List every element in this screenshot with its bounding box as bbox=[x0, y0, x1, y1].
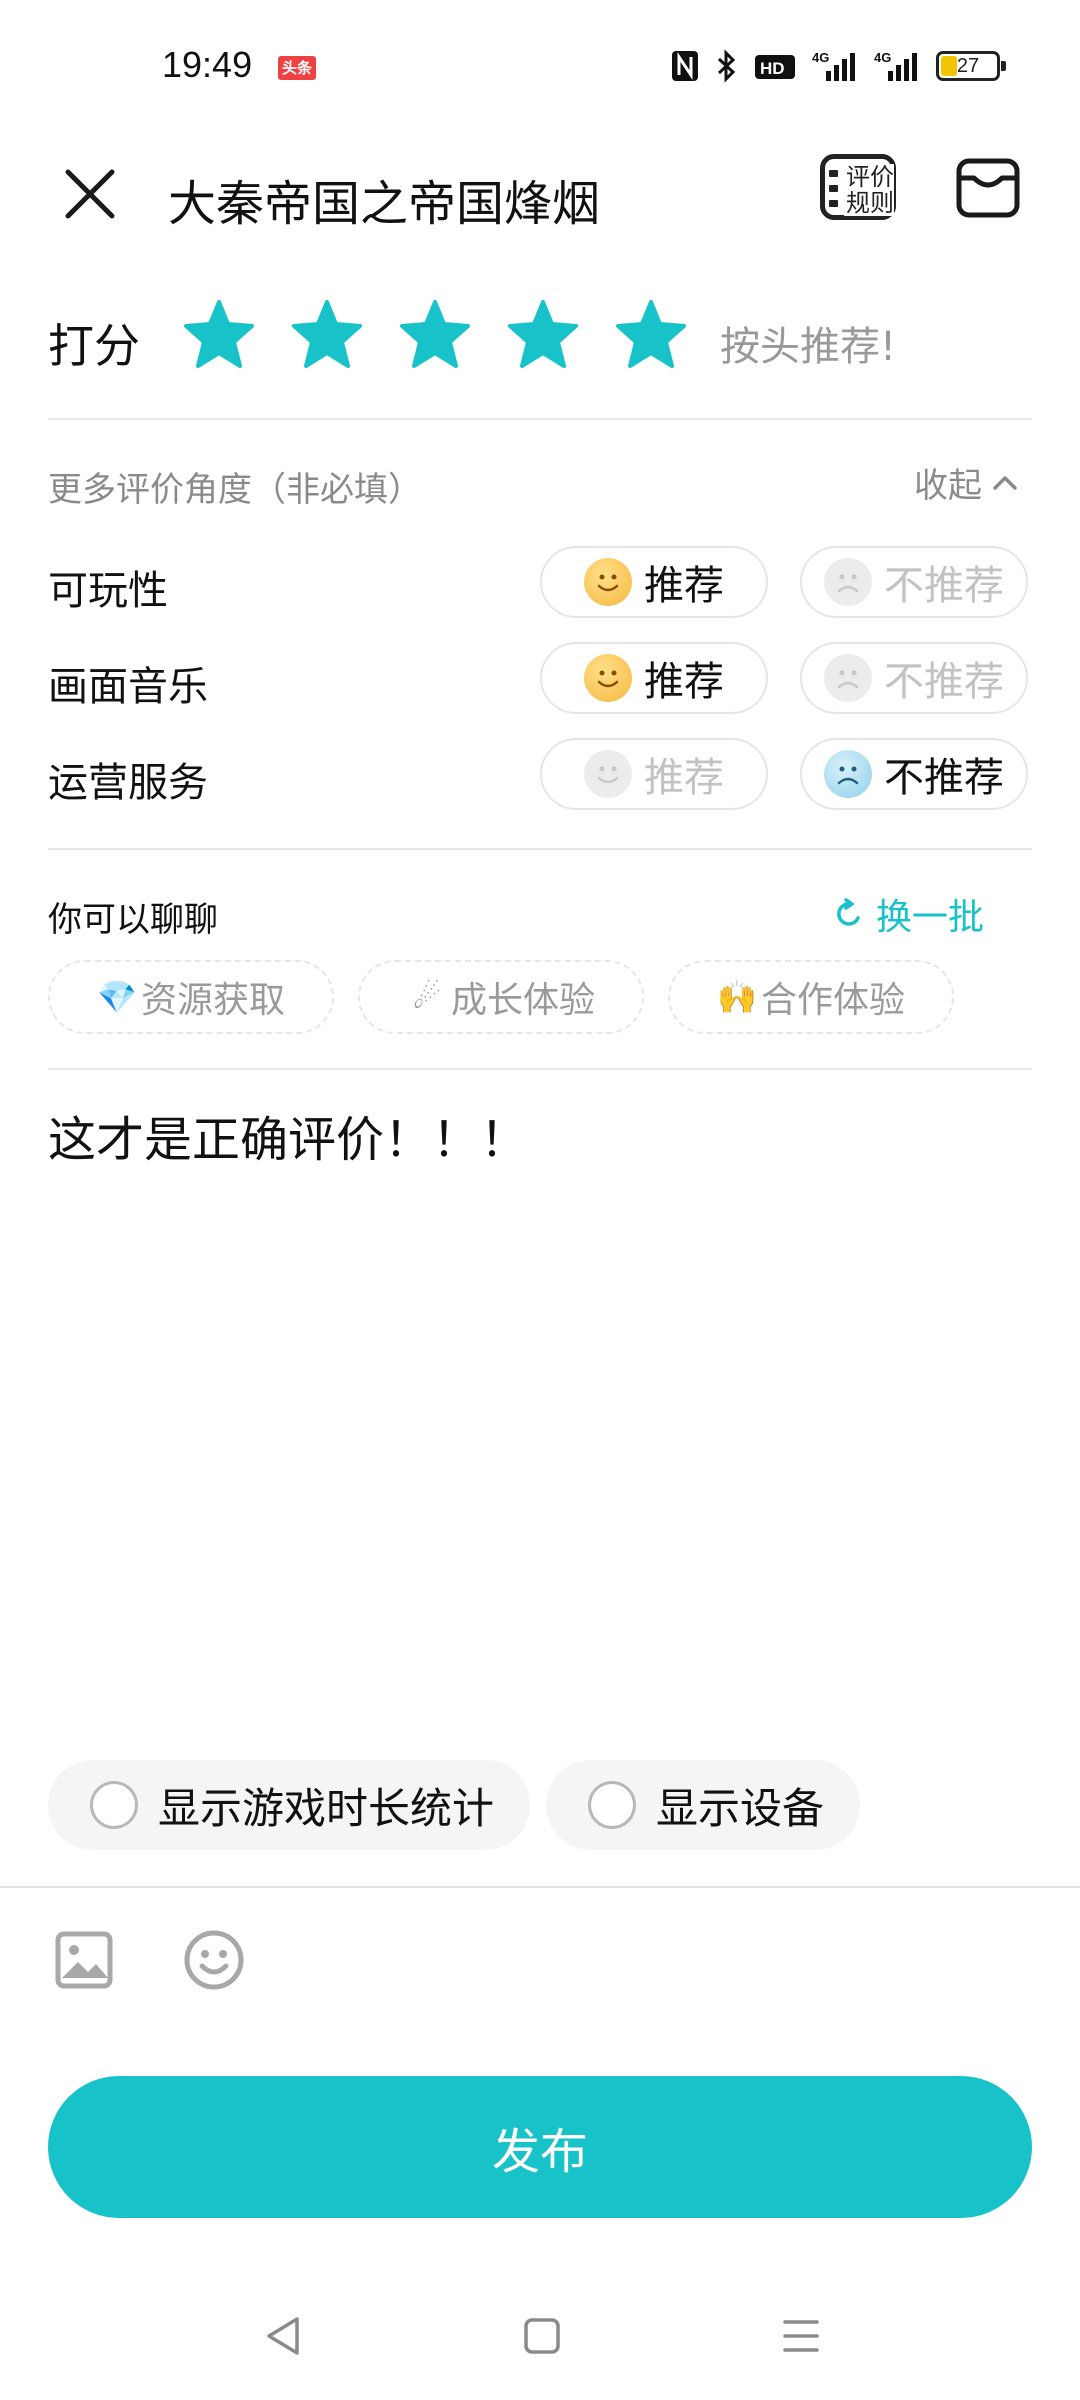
svg-text:4G: 4G bbox=[874, 50, 891, 65]
emoji-icon bbox=[184, 1930, 244, 1990]
review-rules-button[interactable]: 评价 规则 bbox=[820, 154, 900, 230]
image-picker-button[interactable] bbox=[52, 1928, 116, 1992]
raised-hands-icon: 🙌 bbox=[717, 978, 757, 1016]
toolbar-divider bbox=[0, 1886, 1080, 1888]
recommend-button[interactable]: 推荐 bbox=[540, 546, 768, 618]
signal-4g-icon: 4G bbox=[812, 49, 858, 83]
bag-button[interactable] bbox=[956, 156, 1020, 220]
recommend-label: 推荐 bbox=[644, 755, 724, 801]
topic-chip-cooperation[interactable]: 🙌 合作体验 bbox=[668, 960, 954, 1034]
sad-face-icon bbox=[824, 558, 872, 606]
sad-face-icon bbox=[824, 654, 872, 702]
gem-icon: 💎 bbox=[97, 978, 137, 1016]
emoji-picker-button[interactable] bbox=[182, 1928, 246, 1992]
menu-lines-icon bbox=[783, 2320, 819, 2352]
recommend-label: 推荐 bbox=[644, 563, 724, 609]
recommend-label: 推荐 bbox=[644, 659, 724, 705]
collapse-label: 收起 bbox=[914, 466, 982, 506]
toutiao-notification-icon: 头条 bbox=[278, 56, 316, 80]
show-playtime-toggle[interactable]: 显示游戏时长统计 bbox=[48, 1760, 531, 1850]
show-device-toggle[interactable]: 显示设备 bbox=[546, 1760, 861, 1850]
rating-hint: 按头推荐! bbox=[720, 324, 897, 370]
rules-label-line1: 评价 bbox=[846, 163, 894, 191]
aspect-row: 运营服务 推荐 不推荐 bbox=[0, 738, 1080, 812]
refresh-topics-button[interactable]: 换一批 bbox=[834, 888, 984, 940]
aspect-row: 画面音乐 推荐 不推荐 bbox=[0, 642, 1080, 716]
svg-text:4G: 4G bbox=[812, 50, 829, 65]
rules-icon bbox=[829, 170, 838, 215]
rating-row: 打分 按头推荐! bbox=[0, 290, 1080, 390]
nav-back-button[interactable] bbox=[253, 2306, 313, 2366]
not-recommend-label: 不推荐 bbox=[884, 659, 1004, 705]
show-playtime-label: 显示游戏时长统计 bbox=[158, 1783, 495, 1833]
topic-chip-growth[interactable]: ☄ 成长体验 bbox=[358, 960, 644, 1034]
topic-chips: 💎 资源获取 ☄ 成长体验 🙌 合作体验 bbox=[48, 960, 954, 1034]
not-recommend-button[interactable]: 不推荐 bbox=[800, 738, 1028, 810]
recommend-button[interactable]: 推荐 bbox=[540, 642, 768, 714]
star-rating[interactable] bbox=[182, 298, 688, 372]
bluetooth-icon bbox=[716, 49, 738, 83]
battery-level: 27 bbox=[956, 54, 980, 77]
back-triangle-icon bbox=[267, 2317, 299, 2355]
smile-face-icon bbox=[584, 558, 632, 606]
aspect-label: 运营服务 bbox=[48, 760, 208, 806]
review-text-input[interactable]: 这才是正确评价！！！ bbox=[48, 1100, 1032, 1700]
close-button[interactable] bbox=[54, 158, 126, 230]
nav-menu-button[interactable] bbox=[771, 2306, 831, 2366]
star-2-icon[interactable] bbox=[290, 298, 364, 372]
hd-voice-icon: HD bbox=[754, 51, 796, 81]
aspect-label: 画面音乐 bbox=[48, 664, 208, 710]
chevron-up-icon bbox=[993, 475, 1017, 490]
svg-text:HD: HD bbox=[760, 59, 785, 78]
star-4-icon[interactable] bbox=[506, 298, 580, 372]
close-icon bbox=[65, 169, 115, 219]
divider bbox=[48, 418, 1032, 420]
aspect-label: 可玩性 bbox=[48, 568, 168, 614]
star-3-icon[interactable] bbox=[398, 298, 472, 372]
aspect-row: 可玩性 推荐 不推荐 bbox=[0, 546, 1080, 620]
radio-icon bbox=[90, 1781, 138, 1829]
star-5-icon[interactable] bbox=[614, 298, 688, 372]
signal-4g-icon-2: 4G bbox=[874, 49, 920, 83]
star-1-icon[interactable] bbox=[182, 298, 256, 372]
topic-chip-resources[interactable]: 💎 资源获取 bbox=[48, 960, 334, 1034]
radio-icon bbox=[588, 1781, 636, 1829]
recommend-button[interactable]: 推荐 bbox=[540, 738, 768, 810]
publish-button[interactable]: 发布 bbox=[48, 2076, 1032, 2218]
status-bar: 19:49 头条 HD 4G 4G 27 bbox=[0, 0, 1080, 130]
game-title: 大秦帝国之帝国烽烟 bbox=[168, 176, 601, 232]
home-square-icon bbox=[524, 2318, 560, 2354]
smile-face-icon bbox=[584, 654, 632, 702]
status-icons: HD 4G 4G 27 bbox=[670, 46, 1006, 86]
not-recommend-label: 不推荐 bbox=[884, 563, 1004, 609]
more-aspects-title: 更多评价角度（非必填） bbox=[48, 470, 422, 510]
refresh-icon bbox=[837, 898, 860, 926]
header: 大秦帝国之帝国烽烟 评价 规则 bbox=[0, 130, 1080, 260]
show-device-label: 显示设备 bbox=[656, 1783, 825, 1833]
image-icon bbox=[55, 1931, 113, 1989]
not-recommend-label: 不推荐 bbox=[884, 755, 1004, 801]
rules-label-line2: 规则 bbox=[846, 189, 894, 217]
battery-icon: 27 bbox=[936, 51, 1006, 81]
status-time: 19:49 bbox=[162, 44, 253, 85]
nfc-icon bbox=[670, 49, 700, 83]
sad-face-icon bbox=[824, 750, 872, 798]
topic-label: 合作体验 bbox=[760, 980, 905, 1021]
refresh-label: 换一批 bbox=[876, 897, 985, 938]
topic-label: 资源获取 bbox=[140, 980, 285, 1021]
chat-suggestions-title: 你可以聊聊 bbox=[48, 900, 218, 940]
collapse-button[interactable]: 收起 bbox=[914, 458, 1018, 507]
divider bbox=[48, 1068, 1032, 1070]
smile-face-icon bbox=[584, 750, 632, 798]
topic-label: 成长体验 bbox=[450, 980, 595, 1021]
not-recommend-button[interactable]: 不推荐 bbox=[800, 546, 1028, 618]
comet-icon: ☄ bbox=[412, 978, 442, 1016]
rating-label: 打分 bbox=[48, 319, 140, 373]
divider bbox=[48, 848, 1032, 850]
not-recommend-button[interactable]: 不推荐 bbox=[800, 642, 1028, 714]
bag-icon bbox=[956, 158, 1020, 218]
nav-home-button[interactable] bbox=[512, 2306, 572, 2366]
